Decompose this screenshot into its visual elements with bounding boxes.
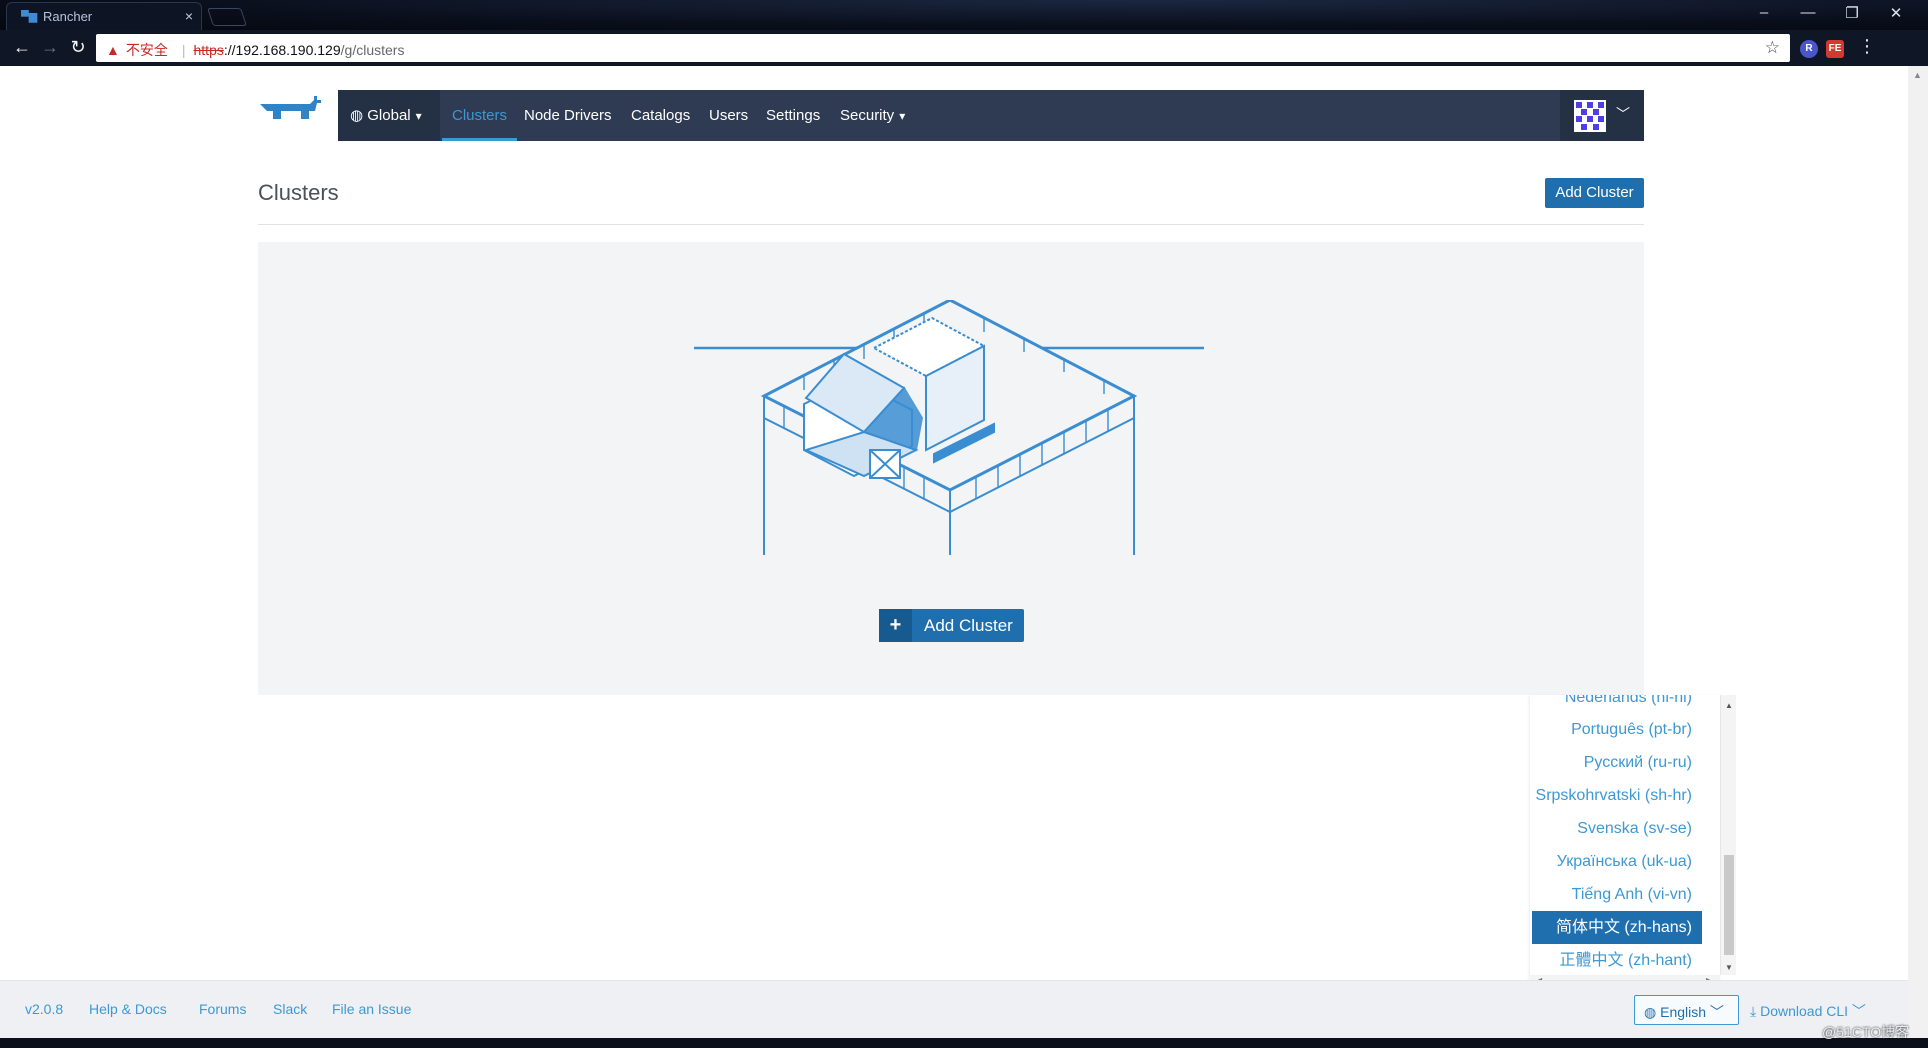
extension-icon[interactable]: R [1800,40,1818,58]
lang-option-ru-ru[interactable]: Русский (ru-ru) [1584,746,1692,779]
file-issue-link[interactable]: File an Issue [332,1001,411,1017]
chevron-down-icon: ﹀ [1709,1004,1724,1020]
reload-icon[interactable]: ↻ [66,37,90,58]
lang-option-zh-hans[interactable]: 简体中文 (zh-hans) [1532,911,1702,944]
language-label: English [1660,1004,1707,1020]
scroll-up-icon[interactable]: ▲ [1913,70,1922,80]
rancher-favicon-icon: ▀▆ [21,11,38,23]
lang-option-nl-nl[interactable]: Nederlands (nl-nl) [1565,695,1692,714]
chevron-down-icon: ﹀ [1851,1003,1866,1019]
divider [258,224,1644,225]
chevron-down-icon: ▾ [899,109,906,123]
url-path: /g/clusters [340,42,405,58]
fe-extension-icon[interactable]: FE [1826,40,1844,58]
browser-tab[interactable]: ▀▆ Rancher × [6,2,202,30]
address-bar[interactable]: ▲ 不安全 | https://192.168.190.129/g/clusters … [96,34,1790,62]
url-host: ://192.168.190.129 [223,42,341,58]
nav-users[interactable]: Users [709,90,748,141]
plus-icon: + [879,609,912,642]
bookmark-star-icon[interactable]: ☆ [1765,38,1780,58]
version-link[interactable]: v2.0.8 [25,1001,63,1017]
warning-icon: ▲ [106,42,120,58]
add-cluster-button[interactable]: Add Cluster [1545,178,1644,208]
forward-arrow-icon[interactable]: → [38,37,62,58]
browser-toolbar: ← → ↻ ▲ 不安全 | https://192.168.190.129/g/clu… [0,30,1928,66]
url-separator: | [181,42,186,58]
page-footer: v2.0.8 Help & Docs Forums Slack File an … [0,980,1908,1038]
security-warning: 不安全 [125,42,168,58]
slack-link[interactable]: Slack [273,1001,307,1017]
nav-security[interactable]: Security ▾ [840,90,905,141]
scroll-thumb[interactable] [1724,855,1734,955]
minimize-icon[interactable]: — [1786,4,1830,21]
user-menu[interactable]: ﹀ [1560,90,1644,141]
url-scheme: https [193,42,224,58]
window-user-icon[interactable]: – [1742,4,1786,21]
language-dropdown-menu[interactable]: Nederlands (nl-nl) Português (pt-br) Рус… [1530,695,1720,980]
lang-option-sh-hr[interactable]: Srpskohrvatski (sh-hr) [1536,779,1692,812]
nav-clusters[interactable]: Clusters [442,90,518,141]
lang-option-uk-ua[interactable]: Українська (uk-ua) [1557,845,1692,878]
new-tab-button[interactable] [207,8,247,26]
main-nav: ◍ Global ▾ Clusters Node Drivers Catalogs… [338,90,1644,141]
add-cluster-empty-button[interactable]: + Add Cluster [879,609,1024,642]
language-list-scrollbar[interactable]: ▲ ▼ [1720,695,1736,975]
download-cli-button[interactable]: ⤓ Download CLI ﹀ [1750,1001,1866,1021]
tab-title: Rancher [43,9,93,24]
add-cluster-empty-label: Add Cluster [924,616,1013,635]
lang-option-pt-br[interactable]: Português (pt-br) [1571,713,1692,746]
browser-titlebar: ▀▆ Rancher × – — ❐ ✕ [0,0,1928,30]
page-scrollbar[interactable]: ▲ [1908,66,1928,1038]
download-icon: ⤓ [1750,1003,1757,1019]
browser-menu-icon[interactable]: ⋮ [1858,36,1876,57]
download-cli-label: Download CLI [1760,1003,1849,1019]
avatar [1574,100,1606,132]
help-docs-link[interactable]: Help & Docs [89,1001,167,1017]
chevron-down-icon: ▾ [415,109,422,123]
window-close-icon[interactable]: ✕ [1874,4,1918,22]
nav-catalogs[interactable]: Catalogs [631,90,690,141]
lang-option-vi-vn[interactable]: Tiếng Anh (vi-vn) [1572,878,1692,911]
page-title: Clusters [258,180,339,205]
os-taskbar [0,1038,1928,1048]
forums-link[interactable]: Forums [199,1001,246,1017]
restore-icon[interactable]: ❐ [1830,4,1874,22]
language-selector-button[interactable]: ◍ English ﹀ [1634,995,1739,1025]
chevron-down-icon: ﹀ [1616,106,1630,122]
scroll-up-icon[interactable]: ▲ [1725,701,1733,710]
nav-node-drivers[interactable]: Node Drivers [524,90,612,141]
lang-option-sv-se[interactable]: Svenska (sv-se) [1577,812,1692,845]
tab-close-icon[interactable]: × [185,8,193,24]
security-label: Security [840,107,895,124]
lang-option-zh-hant[interactable]: 正體中文 (zh-hant) [1560,944,1692,977]
nav-settings[interactable]: Settings [766,90,820,141]
barn-illustration-icon [694,300,1204,555]
global-label: Global [367,107,411,124]
scroll-down-icon[interactable]: ▼ [1725,963,1733,972]
global-scope-selector[interactable]: ◍ Global ▾ [338,90,440,141]
watermark: @51CTO博客 [1822,1024,1910,1040]
back-arrow-icon[interactable]: ← [10,37,34,58]
globe-icon: ◍ [350,107,364,124]
rancher-logo-icon[interactable] [258,96,324,132]
globe-icon: ◍ [1644,1004,1657,1020]
